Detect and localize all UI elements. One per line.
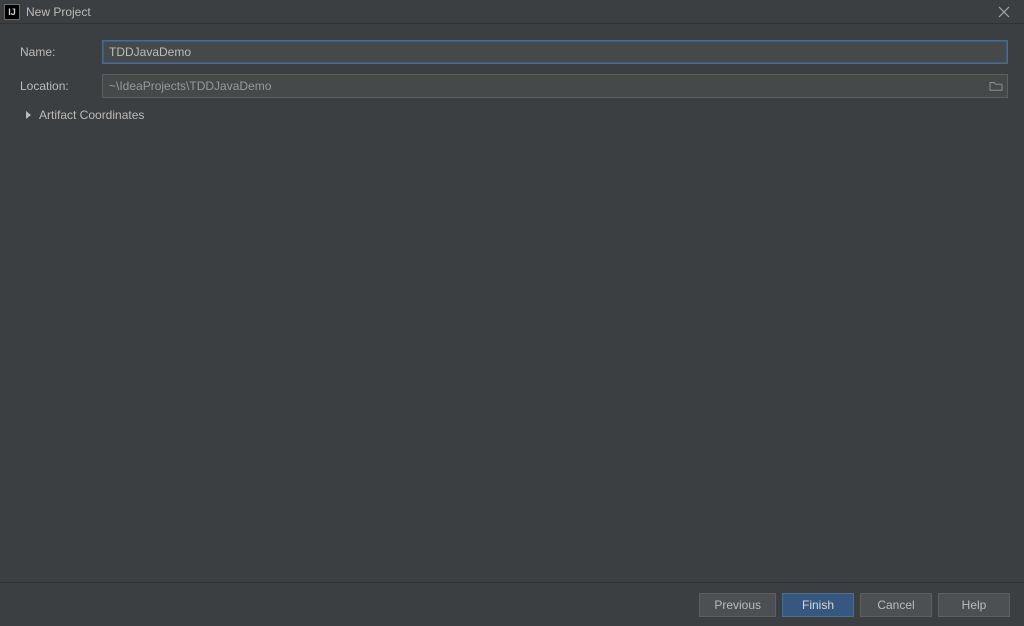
window-title: New Project bbox=[26, 5, 990, 19]
previous-button[interactable]: Previous bbox=[699, 593, 776, 617]
close-button[interactable] bbox=[990, 1, 1018, 23]
name-field-cell bbox=[102, 40, 1008, 64]
cancel-button[interactable]: Cancel bbox=[860, 593, 932, 617]
name-input[interactable] bbox=[102, 40, 1008, 64]
location-label: Location: bbox=[20, 79, 102, 93]
dialog-button-bar: Previous Finish Cancel Help bbox=[0, 582, 1024, 626]
app-logo-icon: IJ bbox=[4, 4, 20, 20]
location-input-wrap bbox=[102, 74, 1008, 98]
close-icon bbox=[998, 6, 1010, 18]
finish-button[interactable]: Finish bbox=[782, 593, 854, 617]
artifact-coordinates-expander[interactable]: Artifact Coordinates bbox=[20, 108, 1008, 122]
form-area: Name: Location: Artifact Coordinates bbox=[0, 24, 1024, 122]
chevron-right-icon bbox=[26, 111, 31, 119]
help-button[interactable]: Help bbox=[938, 593, 1010, 617]
browse-button[interactable] bbox=[985, 75, 1007, 97]
artifact-coordinates-label: Artifact Coordinates bbox=[39, 108, 144, 122]
name-row: Name: bbox=[20, 40, 1008, 64]
location-row: Location: bbox=[20, 74, 1008, 98]
title-bar: IJ New Project bbox=[0, 0, 1024, 24]
location-field-cell bbox=[102, 74, 1008, 98]
location-input[interactable] bbox=[103, 75, 985, 97]
folder-icon bbox=[989, 80, 1003, 92]
name-label: Name: bbox=[20, 45, 102, 59]
